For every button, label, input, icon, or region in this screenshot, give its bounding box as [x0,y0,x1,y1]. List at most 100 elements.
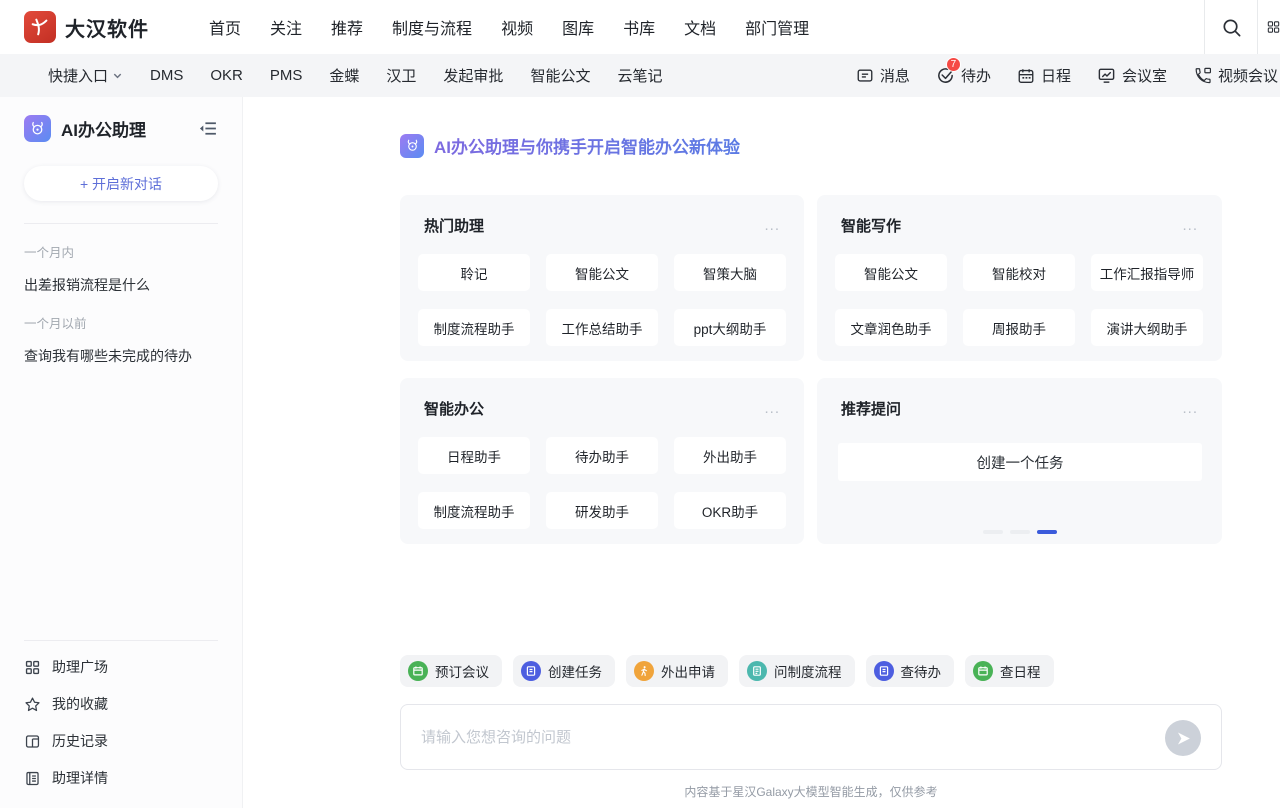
nav-item-library[interactable]: 书库 [623,15,655,39]
sidebar-item-favorites[interactable]: 我的收藏 [24,694,218,714]
chip-book-meeting[interactable]: 预订会议 [400,655,502,687]
quick-link-smart-doc[interactable]: 智能公文 [530,65,590,86]
main-content: AI办公助理与你携手开启智能办公新体验 热门助理 ... 聆记 智能公文 智策大… [243,97,1280,808]
grid-icon [24,659,41,676]
agent-button[interactable]: 工作汇报指导师 [1091,254,1203,291]
carousel-dot[interactable] [983,530,1003,534]
sidebar-footer: 助理广场 我的收藏 历史记录 助理详情 [24,640,218,788]
ai-assistant-sidebar: AI办公助理 + 开启新对话 一个月内 出差报销流程是什么 一个月以前 查询我有… [0,97,243,808]
ai-disclaimer: 内容基于星汉Galaxy大模型智能生成，仅供参考 [400,783,1222,800]
sidebar-item-assistant-details[interactable]: 助理详情 [24,768,218,788]
carousel-dot-active[interactable] [1037,530,1057,534]
card-smart-writing: 智能写作 ... 智能公文 智能校对 工作汇报指导师 文章润色助手 周报助手 演… [817,195,1222,361]
calendar-icon [973,661,993,681]
agent-button[interactable]: ppt大纲助手 [674,309,786,346]
quick-link-cloud-notes[interactable]: 云笔记 [617,65,662,86]
meeting-room-icon [1097,66,1116,85]
app-logo[interactable]: 大汉软件 [24,11,149,43]
new-conversation-button[interactable]: + 开启新对话 [24,166,218,201]
chevron-down-icon [112,70,123,81]
sidebar-title: AI办公助理 [61,116,197,141]
quick-action-chips: 预订会议 创建任务 外出申请 [400,655,1222,687]
calendar-icon [408,661,428,681]
quick-entry-label: 快捷入口 [48,65,108,86]
agent-button[interactable]: 日程助手 [418,437,530,474]
chip-out-request[interactable]: 外出申请 [626,655,728,687]
quick-entry-dropdown[interactable]: 快捷入口 [48,65,123,86]
agent-button[interactable]: 研发助手 [546,492,658,529]
more-icon[interactable]: ... [764,222,780,230]
send-button[interactable] [1165,720,1201,756]
nav-item-recommend[interactable]: 推荐 [331,15,363,39]
quick-links: 快捷入口 DMS OKR PMS 金蝶 汉卫 发起审批 智能公文 云笔记 [48,65,662,86]
video-conference-button[interactable]: 视频会议 [1193,65,1278,86]
chip-check-todo[interactable]: 查待办 [866,655,955,687]
calendar-icon [1017,67,1035,85]
nav-item-home[interactable]: 首页 [209,15,241,39]
chip-ask-policy[interactable]: 问制度流程 [739,655,855,687]
nav-item-gallery[interactable]: 图库 [562,15,594,39]
agent-button[interactable]: 制度流程助手 [418,309,530,346]
messages-button[interactable]: 消息 [856,65,910,86]
agent-button[interactable]: OKR助手 [674,492,786,529]
history-item[interactable]: 查询我有哪些未完成的待办 [24,346,218,366]
agent-button[interactable]: 智能公文 [835,254,947,291]
apps-grid-icon[interactable] [1258,0,1280,54]
star-icon [24,696,41,713]
nav-item-video[interactable]: 视频 [501,15,533,39]
suggested-question[interactable]: 创建一个任务 [838,443,1202,481]
card-smart-office: 智能办公 ... 日程助手 待办助手 外出助手 制度流程助手 研发助手 OKR助… [400,378,804,544]
send-icon [1175,730,1192,747]
agent-button[interactable]: 聆记 [418,254,530,291]
quick-access-bar: 快捷入口 DMS OKR PMS 金蝶 汉卫 发起审批 智能公文 云笔记 消息 … [0,54,1280,97]
history-item[interactable]: 出差报销流程是什么 [24,275,218,295]
meeting-room-button[interactable]: 会议室 [1097,65,1167,86]
carousel-dot[interactable] [1010,530,1030,534]
chat-input[interactable] [401,705,1221,769]
todo-badge: 7 [946,57,961,72]
nav-item-follow[interactable]: 关注 [270,15,302,39]
sidebar-item-assistant-plaza[interactable]: 助理广场 [24,657,218,677]
agent-button[interactable]: 文章润色助手 [835,309,947,346]
walking-person-icon [634,661,654,681]
more-icon[interactable]: ... [1182,405,1198,413]
agent-button[interactable]: 外出助手 [674,437,786,474]
agent-button[interactable]: 智策大脑 [674,254,786,291]
card-hot-assistants: 热门助理 ... 聆记 智能公文 智策大脑 制度流程助手 工作总结助手 ppt大… [400,195,804,361]
agent-button[interactable]: 周报助手 [963,309,1075,346]
schedule-button[interactable]: 日程 [1017,65,1071,86]
agent-button[interactable]: 待办助手 [546,437,658,474]
nav-item-policies[interactable]: 制度与流程 [392,15,472,39]
agent-button[interactable]: 智能校对 [963,254,1075,291]
chip-check-schedule[interactable]: 查日程 [965,655,1054,687]
card-title: 智能办公 [424,398,764,419]
video-call-icon [1193,66,1212,85]
agent-button[interactable]: 智能公文 [546,254,658,291]
logo-text: 大汉软件 [65,13,149,42]
collapse-sidebar-icon[interactable] [197,118,218,139]
more-icon[interactable]: ... [764,405,780,413]
logo-icon [24,11,56,43]
card-title: 智能写作 [841,215,1182,236]
search-icon[interactable] [1204,0,1258,54]
agent-button[interactable]: 工作总结助手 [546,309,658,346]
history-icon [24,733,41,750]
quick-link-dms[interactable]: DMS [150,67,183,84]
sidebar-item-history[interactable]: 历史记录 [24,731,218,751]
quick-link-okr[interactable]: OKR [210,67,243,84]
sidebar-divider [24,223,218,224]
chip-create-task[interactable]: 创建任务 [513,655,615,687]
more-icon[interactable]: ... [1182,222,1198,230]
carousel-pagination [817,530,1222,534]
quick-link-approval[interactable]: 发起审批 [443,65,503,86]
nav-item-docs[interactable]: 文档 [684,15,716,39]
quick-link-pms[interactable]: PMS [270,67,303,84]
nav-item-dept-mgmt[interactable]: 部门管理 [745,15,809,39]
quick-link-kingdee[interactable]: 金蝶 [329,65,359,86]
ai-robot-icon [400,134,424,158]
quick-link-hanwei[interactable]: 汉卫 [386,65,416,86]
agent-button[interactable]: 演讲大纲助手 [1091,309,1203,346]
todo-button[interactable]: 7 待办 [936,65,991,86]
welcome-header: AI办公助理与你携手开启智能办公新体验 [400,133,1222,158]
agent-button[interactable]: 制度流程助手 [418,492,530,529]
